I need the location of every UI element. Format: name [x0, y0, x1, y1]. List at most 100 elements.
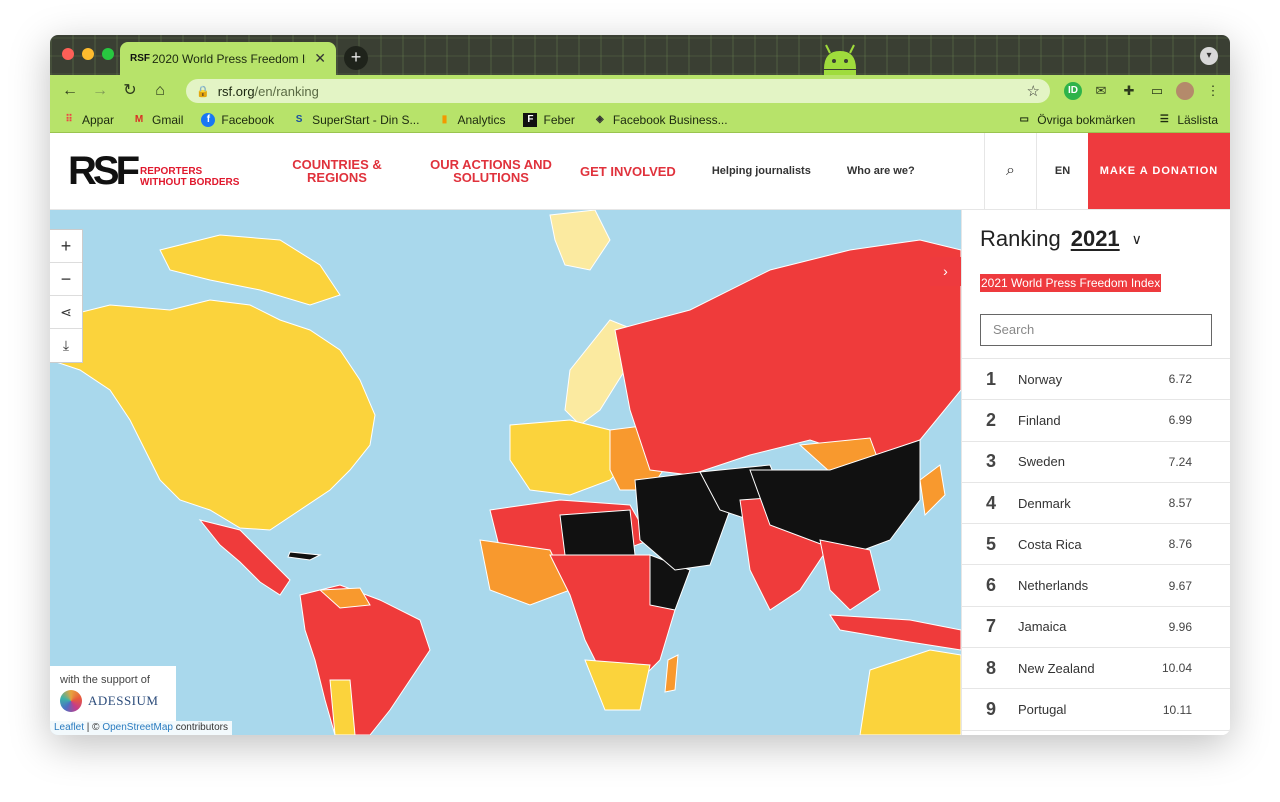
browser-toolbar: ← → ↻ ⌂ 🔒 rsf.org/en/ranking ☆ ID ✉ ✚ ▭ …	[50, 75, 1230, 107]
language-selector[interactable]: EN	[1036, 133, 1088, 209]
header-search-button[interactable]: ⌕	[984, 133, 1036, 209]
extensions-puzzle-icon[interactable]: ✚	[1120, 82, 1138, 100]
feber-icon: F	[523, 112, 538, 127]
nav-countries-regions[interactable]: COUNTRIES & REGIONS	[292, 158, 382, 184]
lock-icon: 🔒	[196, 85, 210, 98]
region-greenland	[549, 210, 611, 271]
region-madagascar	[664, 654, 679, 693]
zoom-in-button[interactable]: +	[50, 230, 82, 263]
ranking-panel: Ranking 2021 ∨ 2021 World Press Freedom …	[961, 210, 1230, 735]
browser-menu-icon[interactable]: ⋮	[1204, 82, 1222, 100]
chevron-down-icon[interactable]: ∨	[1132, 231, 1142, 248]
region-south-america	[299, 584, 431, 735]
rsf-logo[interactable]: RSF REPORTERS WITHOUT BORDERS	[50, 133, 280, 209]
map-controls: + − ⋖ ⤓	[50, 229, 83, 363]
bookmark-superstart[interactable]: S SuperStart - Din S...	[292, 113, 420, 127]
year-selector[interactable]: 2021	[1071, 226, 1120, 252]
tab-strip: RSF 2020 World Press Freedom Ind ✕ + ▾	[50, 35, 1230, 75]
reading-list-icon: ☰	[1159, 113, 1169, 125]
press-freedom-map	[50, 210, 961, 735]
reload-button[interactable]: ↻	[118, 79, 142, 103]
home-button[interactable]: ⌂	[148, 79, 172, 103]
ranking-list: 1 Norway 6.72 2 Finland 6.99 3 Sweden 7.24 4 De…	[962, 358, 1230, 731]
list-item[interactable]: 8 New Zealand 10.04	[962, 648, 1230, 690]
list-item[interactable]: 4 Denmark 8.57	[962, 483, 1230, 525]
bookmark-feber[interactable]: F Feber	[523, 112, 575, 127]
site-header: RSF REPORTERS WITHOUT BORDERS COUNTRIES &…	[50, 133, 1230, 210]
nav-get-involved[interactable]: GET INVOLVED	[580, 165, 676, 178]
logo-line-2: WITHOUT BORDERS	[140, 177, 240, 188]
browser-tab[interactable]: RSF 2020 World Press Freedom Ind ✕	[120, 42, 336, 75]
country-search-input[interactable]: Search	[980, 314, 1212, 346]
world-map[interactable]: + − ⋖ ⤓ › with the support of ADESSIUM L…	[50, 210, 961, 735]
list-item[interactable]: 9 Portugal 10.11	[962, 689, 1230, 731]
close-tab-icon[interactable]: ✕	[314, 50, 326, 67]
main-nav: COUNTRIES & REGIONS OUR ACTIONS AND SOLUTI…	[280, 133, 984, 209]
donate-button[interactable]: MAKE A DONATION	[1088, 133, 1230, 209]
logo-line-1: REPORTERS	[140, 166, 203, 177]
close-window-button[interactable]	[62, 48, 74, 60]
rsf-favicon-icon: RSF	[130, 53, 150, 64]
region-southeast-asia	[819, 539, 881, 611]
zoom-out-button[interactable]: −	[50, 263, 82, 296]
profile-menu-icon[interactable]: ▾	[1200, 47, 1218, 65]
address-bar[interactable]: 🔒 rsf.org/en/ranking ☆	[186, 79, 1050, 103]
region-indonesia	[829, 614, 961, 651]
facebook-icon: f	[201, 112, 216, 127]
bookmark-other-folder[interactable]: ▭ Övriga bokmärken	[1017, 113, 1136, 127]
bookmark-star-icon[interactable]: ☆	[1027, 82, 1040, 100]
facebook-business-icon: ◈	[595, 113, 604, 125]
nav-helping-journalists[interactable]: Helping journalists	[712, 165, 811, 178]
reading-list[interactable]: ☰ Läslista	[1157, 113, 1218, 127]
index-title: 2021 World Press Freedom Index	[980, 274, 1162, 292]
nav-who-are-we[interactable]: Who are we?	[847, 165, 915, 178]
browser-window: RSF 2020 World Press Freedom Ind ✕ + ▾ ←…	[50, 35, 1230, 735]
map-attribution: Leaflet | © OpenStreetMap contributors	[50, 721, 232, 735]
list-item[interactable]: 5 Costa Rica 8.76	[962, 524, 1230, 566]
region-australia	[859, 649, 961, 735]
share-icon[interactable]: ⋖	[50, 296, 82, 329]
avatar[interactable]	[1176, 82, 1194, 100]
leaflet-link[interactable]: Leaflet	[54, 722, 84, 733]
ranking-header: Ranking 2021 ∨	[962, 210, 1230, 252]
region-north-america	[50, 299, 376, 531]
ranking-label: Ranking	[980, 226, 1061, 251]
region-southern-africa	[584, 659, 651, 711]
sponsor-box[interactable]: with the support of ADESSIUM	[50, 666, 176, 721]
bookmark-gmail[interactable]: M Gmail	[132, 113, 184, 127]
list-item[interactable]: 7 Jamaica 9.96	[962, 607, 1230, 649]
tab-title: 2020 World Press Freedom Ind	[152, 51, 307, 66]
window-controls	[62, 48, 114, 60]
list-item[interactable]: 6 Netherlands 9.67	[962, 565, 1230, 607]
minimize-window-button[interactable]	[82, 48, 94, 60]
extension-green-icon[interactable]: ID	[1064, 82, 1082, 100]
mail-extension-icon[interactable]: ✉	[1092, 82, 1110, 100]
openstreetmap-link[interactable]: OpenStreetMap	[102, 722, 173, 733]
bookmark-facebook[interactable]: f Facebook	[201, 112, 274, 127]
new-tab-button[interactable]: +	[344, 46, 368, 70]
list-item[interactable]: 2 Finland 6.99	[962, 400, 1230, 442]
panel-toggle-chevron-right-icon[interactable]: ›	[930, 257, 961, 286]
list-item[interactable]: 1 Norway 6.72	[962, 359, 1230, 401]
nav-actions-solutions[interactable]: OUR ACTIONS AND SOLUTIONS	[430, 158, 552, 184]
bookmark-appar[interactable]: ⠿ Appar	[62, 113, 114, 127]
sponsor-brand: ADESSIUM	[88, 693, 159, 708]
folder-icon: ▭	[1019, 113, 1029, 125]
forward-button[interactable]: →	[88, 79, 112, 103]
region-canada-arctic	[159, 234, 341, 306]
bookmark-facebook-business[interactable]: ◈ Facebook Business...	[593, 113, 728, 127]
region-libya-egypt	[559, 509, 636, 556]
superstart-icon: S	[295, 113, 303, 125]
back-button[interactable]: ←	[58, 79, 82, 103]
analytics-icon: ▮	[441, 113, 448, 125]
list-item[interactable]: 3 Sweden 7.24	[962, 442, 1230, 483]
logo-mark: RSF	[68, 148, 140, 193]
sponsor-label: with the support of	[60, 674, 150, 686]
gmail-icon: M	[134, 113, 144, 125]
url-host: rsf.org	[217, 83, 255, 99]
maximize-window-button[interactable]	[102, 48, 114, 60]
apps-grid-icon: ⠿	[65, 113, 73, 125]
bookmark-analytics[interactable]: ▮ Analytics	[437, 113, 506, 127]
cast-icon[interactable]: ▭	[1148, 82, 1166, 100]
download-icon[interactable]: ⤓	[50, 329, 82, 362]
